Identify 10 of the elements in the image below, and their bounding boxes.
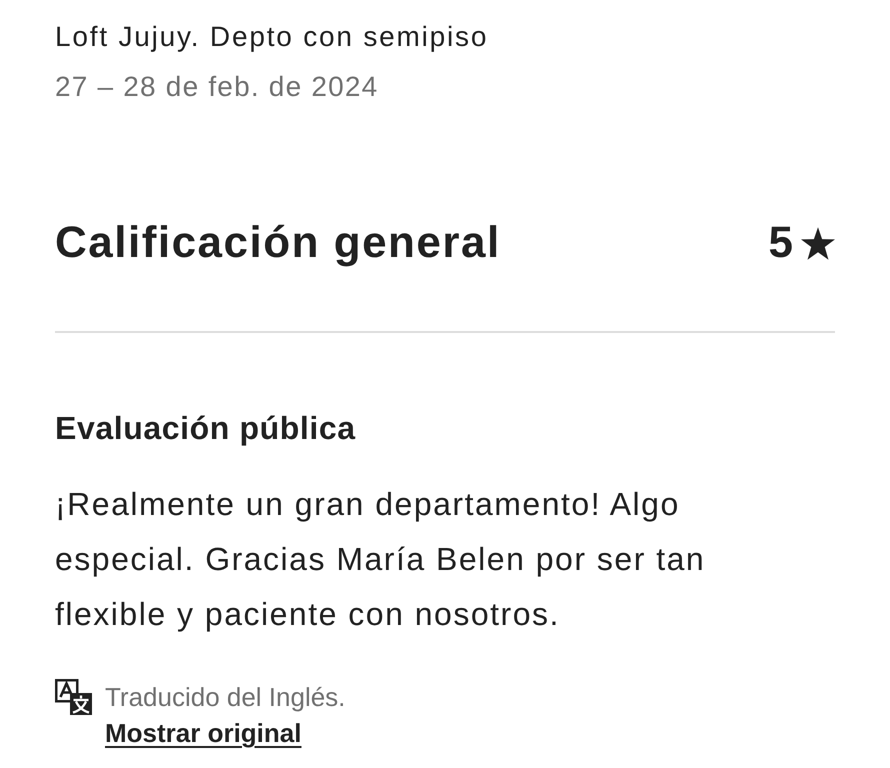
review-heading: Evaluación pública bbox=[55, 409, 356, 448]
translate-icon bbox=[55, 679, 92, 715]
show-original-link[interactable]: Mostrar original bbox=[105, 715, 302, 751]
star-icon bbox=[801, 226, 835, 260]
rating-heading: Calificación general bbox=[55, 217, 501, 269]
rating-value: 5 bbox=[768, 217, 793, 269]
stay-dates: 27 – 28 de feb. de 2024 bbox=[55, 70, 378, 104]
translation-note: Traducido del Inglés. bbox=[105, 681, 346, 714]
review-text: ¡Realmente un gran departamento! Algo especial. Gracias María Belen por ser tan flexible y paciente con nosotros. bbox=[55, 485, 706, 634]
listing-title: Loft Jujuy. Depto con semipiso bbox=[55, 20, 488, 54]
